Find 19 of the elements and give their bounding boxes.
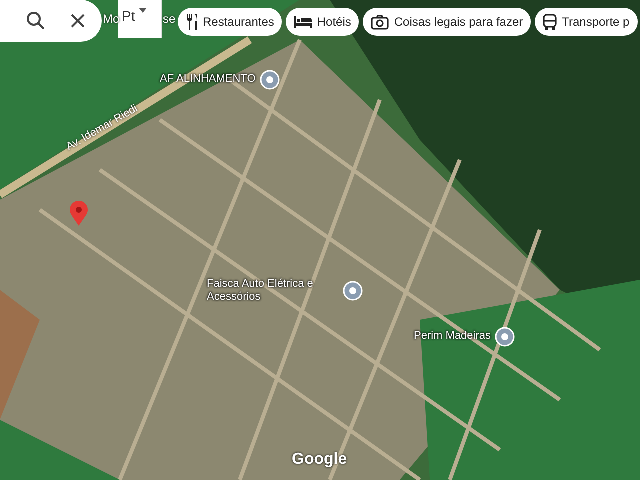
place-pin-icon[interactable] [260, 70, 280, 90]
bed-icon [294, 16, 312, 28]
caret-icon [139, 8, 148, 14]
place-pin-icon[interactable] [343, 281, 363, 302]
map-label: se [163, 12, 176, 26]
category-chip[interactable]: Transporte p [535, 8, 638, 36]
category-chip[interactable]: Coisas legais para fazer [363, 8, 532, 36]
search-icon[interactable] [26, 11, 46, 31]
category-chip[interactable]: Restaurantes [178, 8, 282, 36]
google-logo: Google [292, 451, 348, 469]
fork-knife-icon [186, 14, 198, 30]
satellite-map-drawing[interactable] [0, 0, 640, 480]
bus-icon [543, 14, 558, 30]
camera-icon [371, 14, 390, 30]
category-chip[interactable]: Hotéis [286, 8, 360, 36]
place-pin-icon[interactable] [495, 327, 516, 347]
search-field[interactable] [0, 0, 102, 42]
close-icon[interactable] [70, 13, 86, 29]
place-label[interactable]: Faisca Auto Elétrica e Acessórios [207, 278, 339, 304]
